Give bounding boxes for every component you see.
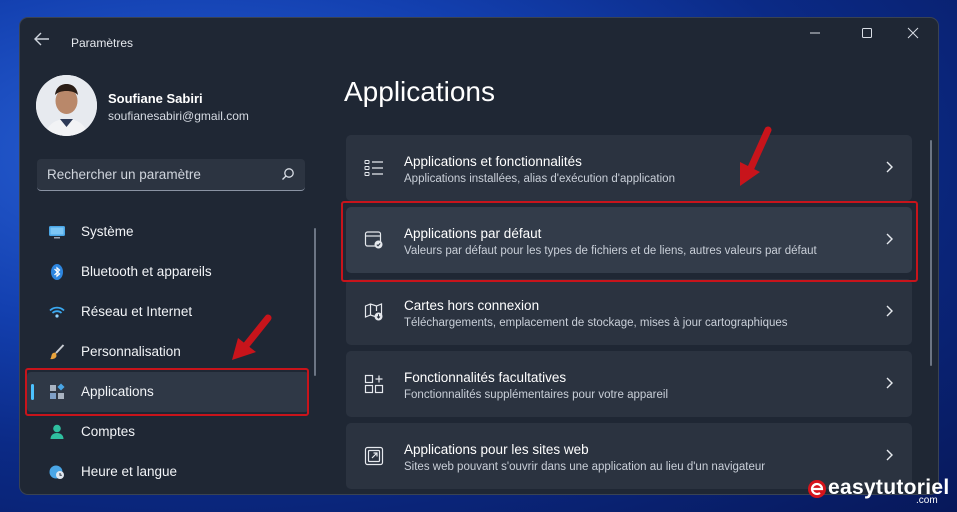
highlight-box-applications (25, 368, 309, 416)
chevron-right-icon (884, 303, 894, 319)
close-icon[interactable] (898, 26, 928, 44)
easytutoriel-logo-icon (808, 480, 826, 498)
clock-globe-icon (48, 463, 66, 481)
minimize-icon[interactable] (800, 26, 830, 44)
card-cartes-hors-connexion[interactable]: Cartes hors connexion Téléchargements, e… (346, 279, 912, 345)
sidebar-item-label: Personnalisation (81, 344, 181, 359)
card-fonctionnalites-facultatives[interactable]: Fonctionnalités facultatives Fonctionnal… (346, 351, 912, 417)
card-description: Sites web pouvant s'ouvrir dans une appl… (404, 461, 766, 473)
user-email: soufianesabiri@gmail.com (108, 109, 249, 123)
app-title: Paramètres (71, 36, 134, 50)
card-title: Cartes hors connexion (404, 298, 540, 313)
search-box[interactable] (37, 159, 305, 191)
card-applications-fonctionnalites[interactable]: Applications et fonctionnalités Applicat… (346, 135, 912, 201)
brush-icon (48, 343, 66, 361)
highlight-box-default-apps (341, 201, 918, 282)
red-arrow-icon (740, 126, 772, 186)
bluetooth-icon (48, 263, 66, 281)
page-title: Applications (344, 76, 495, 107)
card-description: Fonctionnalités supplémentaires pour vot… (404, 389, 669, 401)
list-icon (364, 158, 384, 178)
grid-add-icon (364, 374, 384, 394)
card-title: Applications pour les sites web (404, 442, 589, 457)
avatar (36, 75, 97, 136)
search-icon[interactable] (281, 167, 295, 181)
search-input[interactable] (47, 159, 267, 190)
maximize-icon[interactable] (852, 26, 882, 44)
sidebar-scrollbar[interactable] (314, 228, 316, 376)
watermark: easytutoriel .com (806, 474, 956, 506)
sidebar-item-systeme[interactable]: Système (27, 212, 309, 252)
person-icon (48, 423, 66, 441)
watermark-suffix: .com (916, 495, 938, 506)
sidebar-item-heure-langue[interactable]: Heure et langue (27, 452, 309, 492)
sidebar-item-comptes[interactable]: Comptes (27, 412, 309, 452)
open-link-icon (364, 446, 384, 466)
sidebar-item-bluetooth[interactable]: Bluetooth et appareils (27, 252, 309, 292)
title-bar: Paramètres (20, 18, 938, 50)
card-description: Téléchargements, emplacement de stockage… (404, 317, 788, 329)
main-scrollbar[interactable] (930, 140, 932, 366)
chevron-right-icon (884, 375, 894, 391)
sidebar-item-label: Réseau et Internet (81, 304, 193, 319)
map-icon (364, 302, 384, 322)
sidebar-item-label: Système (81, 224, 134, 239)
chevron-right-icon (884, 159, 894, 175)
red-arrow-icon (232, 314, 272, 360)
user-profile[interactable]: Soufiane Sabiri soufianesabiri@gmail.com (36, 75, 316, 137)
chevron-right-icon (884, 447, 894, 463)
back-arrow-icon[interactable] (34, 32, 54, 48)
wifi-icon (48, 303, 66, 321)
sidebar-item-label: Comptes (81, 424, 136, 439)
monitor-icon (48, 223, 66, 241)
card-description: Applications installées, alias d'exécuti… (404, 173, 675, 185)
sidebar-item-label: Heure et langue (81, 464, 178, 479)
user-name: Soufiane Sabiri (108, 91, 203, 106)
card-title: Applications et fonctionnalités (404, 154, 582, 169)
card-title: Fonctionnalités facultatives (404, 370, 567, 385)
sidebar-item-label: Bluetooth et appareils (81, 264, 212, 279)
